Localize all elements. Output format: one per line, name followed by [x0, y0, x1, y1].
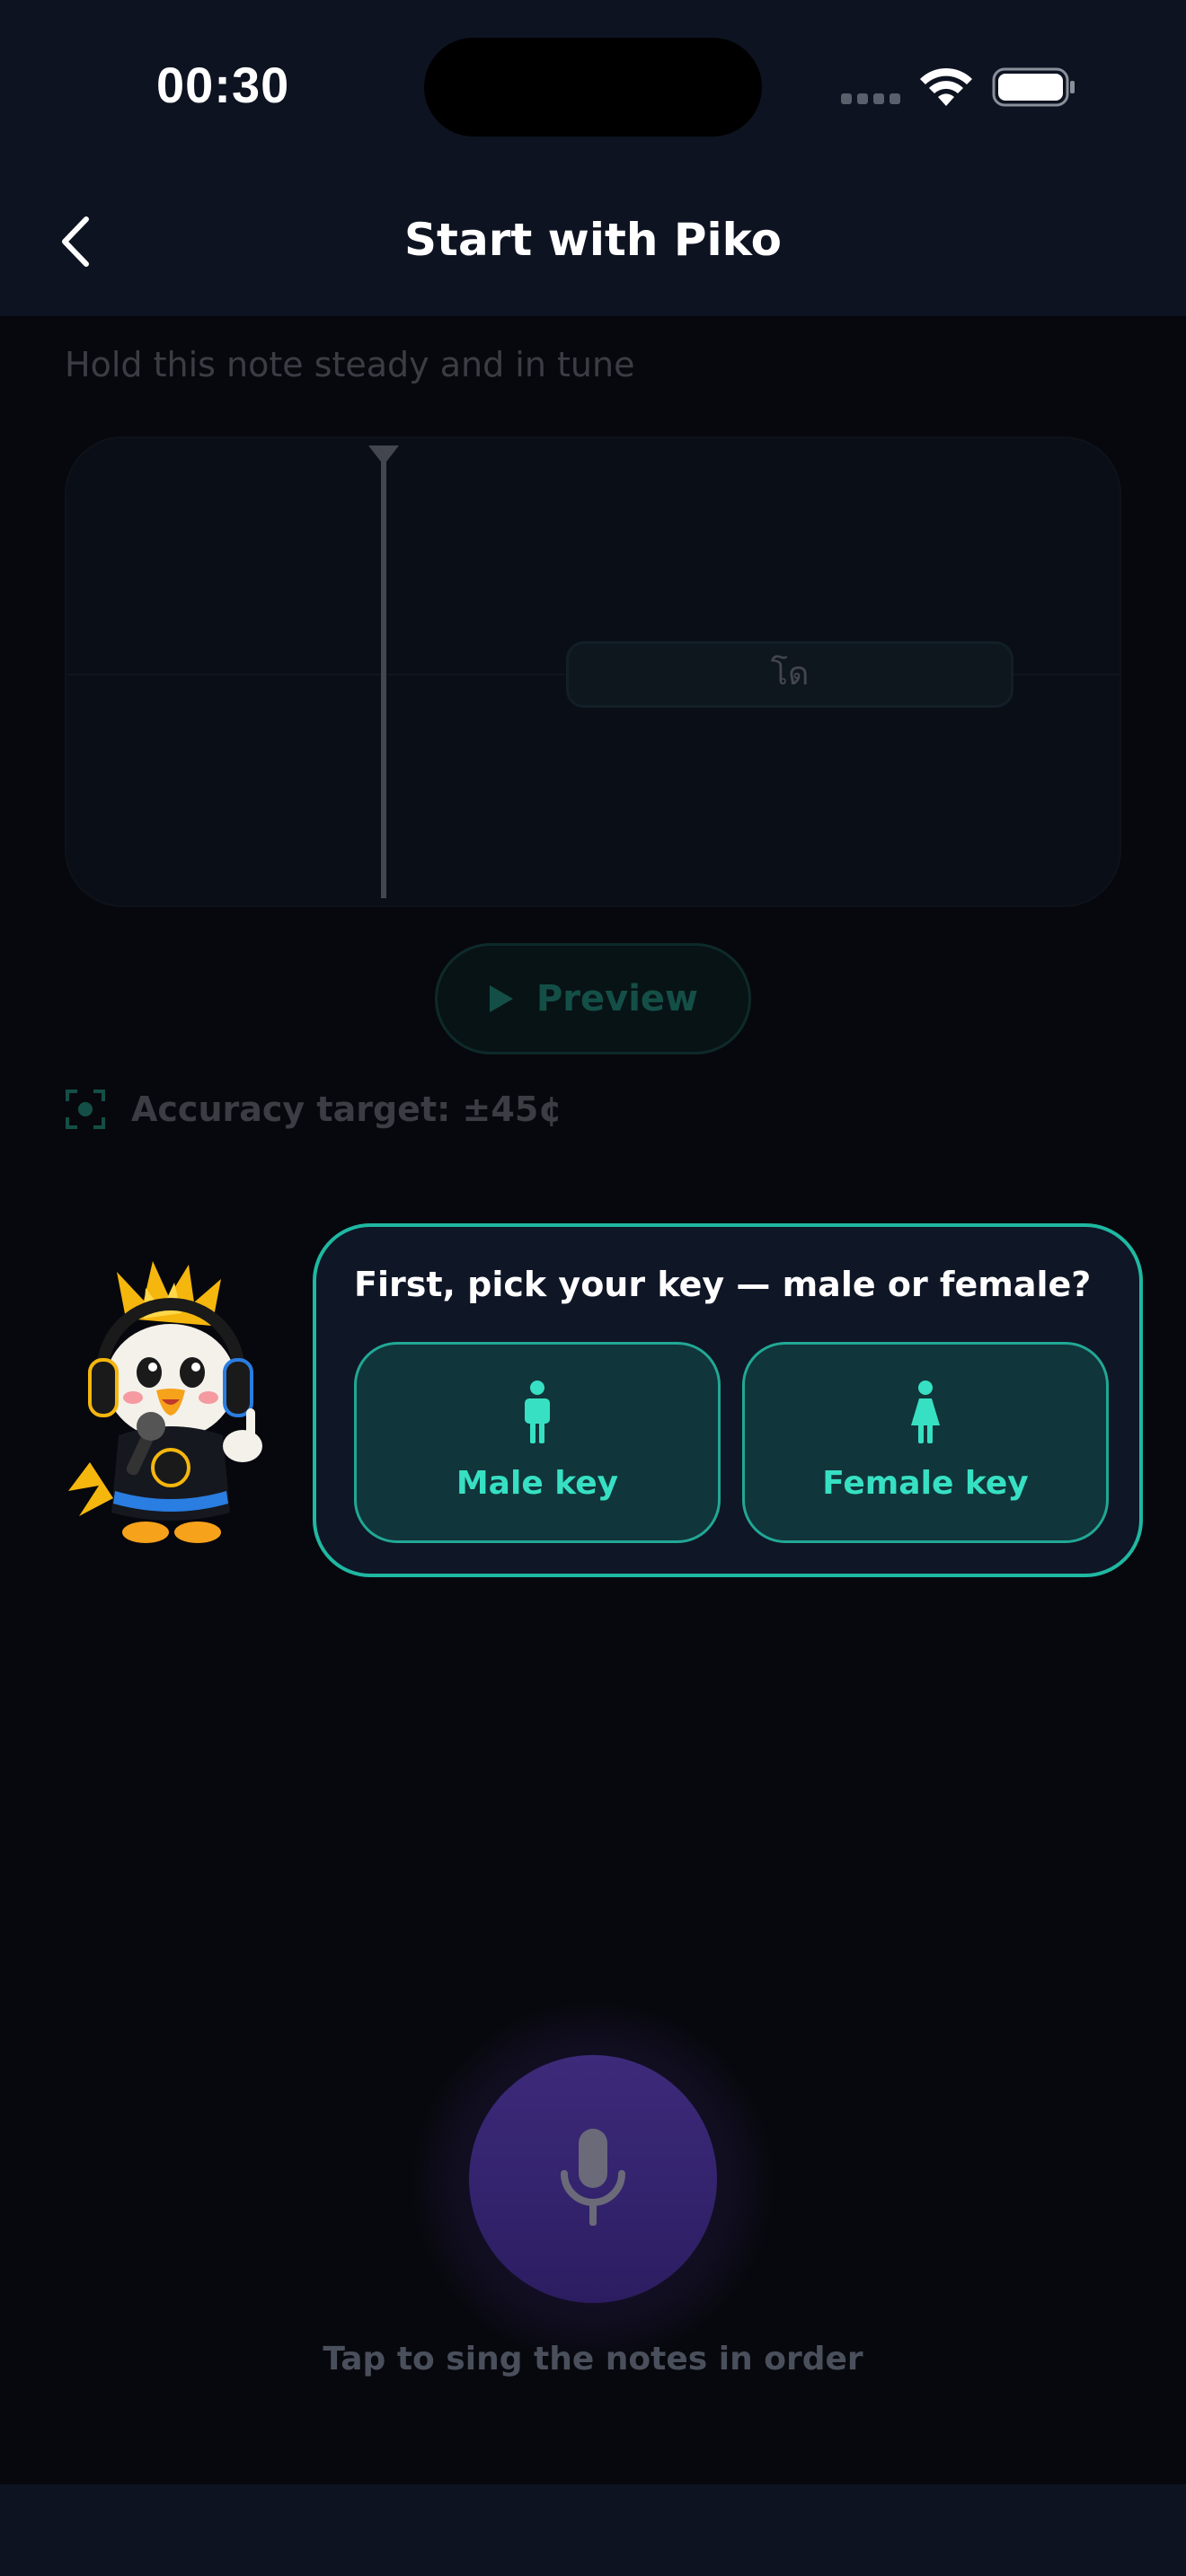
microphone-icon	[561, 2129, 625, 2226]
bottom-bar	[0, 2484, 1186, 2576]
female-figure-icon	[911, 1381, 940, 1443]
accuracy-text: Accuracy target: ±45¢	[131, 1090, 562, 1129]
cellular-signal-icon	[841, 93, 900, 104]
mic-caption: Tap to sing the notes in order	[323, 2341, 863, 2378]
record-mic-button[interactable]	[469, 2055, 717, 2303]
battery-icon	[992, 67, 1075, 107]
accuracy-target: Accuracy target: ±45¢	[65, 1089, 562, 1130]
female-key-label: Female key	[822, 1465, 1029, 1502]
key-question: First, pick your key — male or female?	[354, 1265, 1092, 1304]
pitch-track: โด	[65, 437, 1121, 907]
play-icon	[489, 985, 513, 1012]
playhead	[381, 446, 386, 898]
male-key-label: Male key	[456, 1465, 619, 1502]
instruction-text: Hold this note steady and in tune	[65, 345, 635, 384]
screen: 00:30 Start with Piko Hold this note ste…	[0, 0, 1186, 2576]
note-label: โด	[770, 656, 810, 693]
page-title: Start with Piko	[404, 214, 782, 266]
wifi-icon	[920, 67, 972, 106]
preview-button[interactable]: Preview	[435, 943, 751, 1054]
key-choice-bubble: First, pick your key — male or female? M…	[313, 1223, 1143, 1577]
piko-mascot-icon	[68, 1261, 262, 1543]
playhead-marker	[368, 446, 399, 465]
preview-label: Preview	[535, 978, 699, 1019]
male-key-button[interactable]: Male key	[354, 1342, 721, 1543]
male-figure-icon	[525, 1381, 550, 1443]
dynamic-island	[424, 38, 762, 137]
female-key-button[interactable]: Female key	[742, 1342, 1109, 1543]
status-time: 00:30	[156, 57, 290, 113]
target-focus-icon	[66, 1090, 105, 1129]
top-bar: 00:30 Start with Piko	[0, 0, 1186, 316]
target-note-bar: โด	[566, 641, 1013, 708]
